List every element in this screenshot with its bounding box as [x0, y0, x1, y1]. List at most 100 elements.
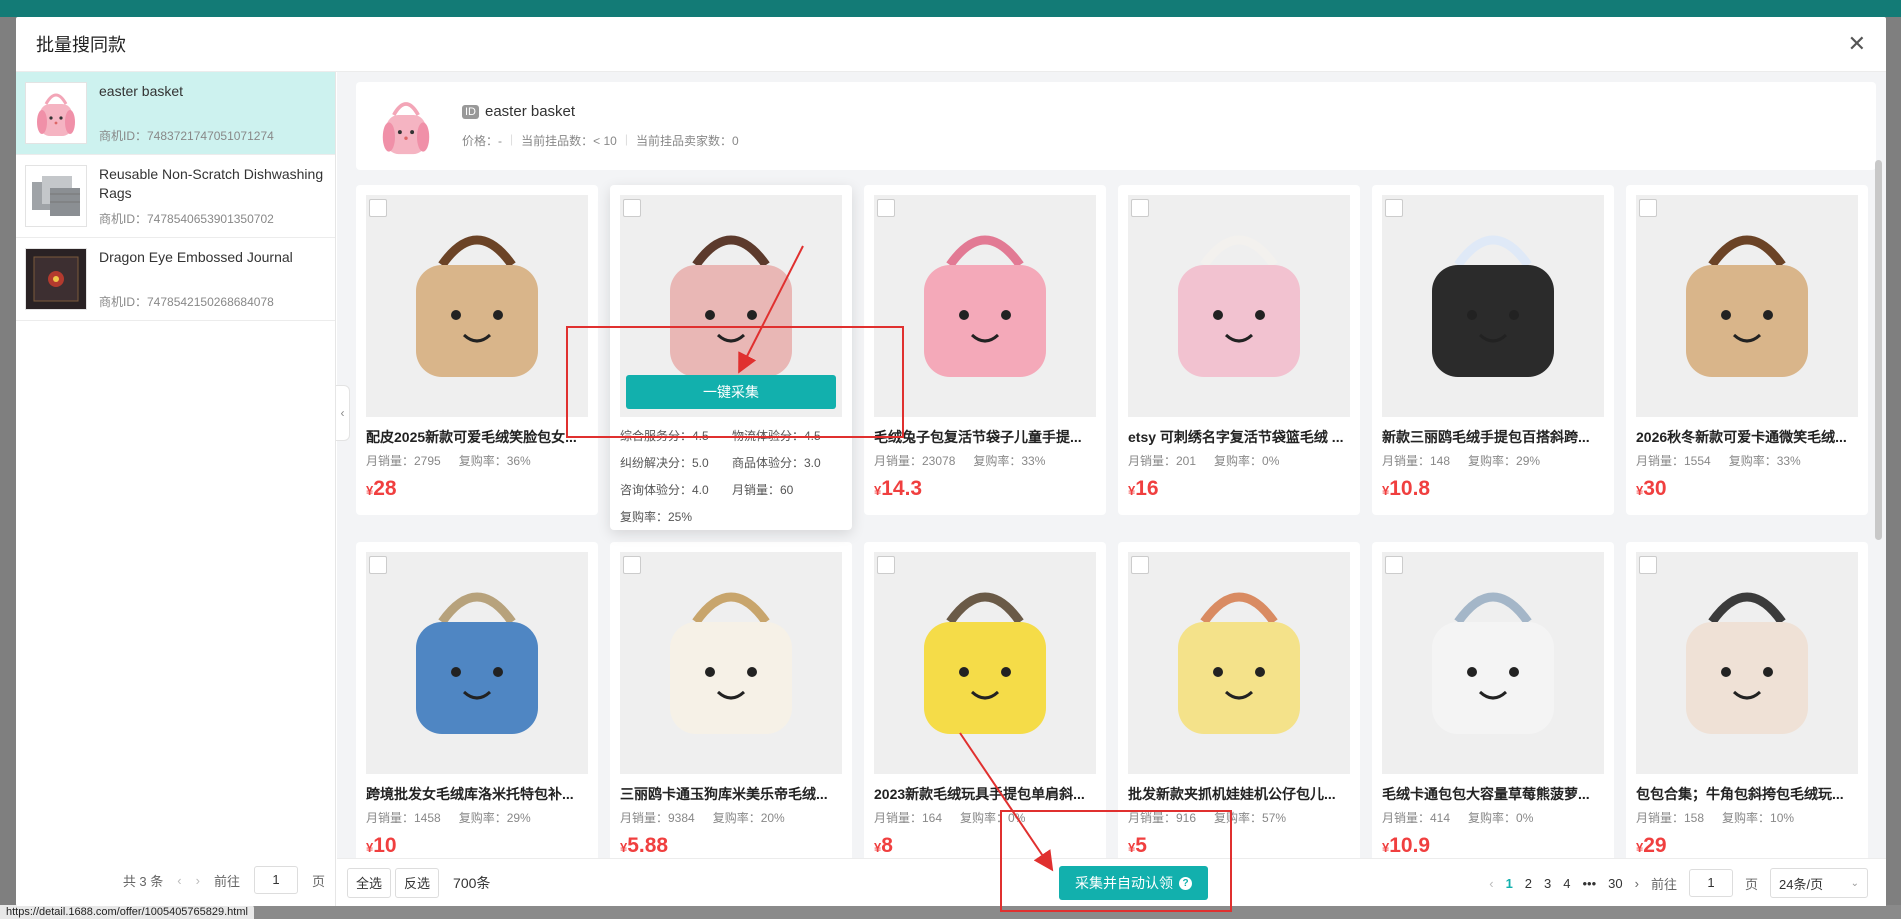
left-total: 共 3 条: [122, 873, 164, 889]
product-image[interactable]: [366, 552, 588, 774]
product-image[interactable]: [620, 552, 842, 774]
results-area: ID easter basket 价格：- | 当前挂品数：< 10 | 当前挂…: [337, 72, 1886, 906]
product-meta: 月销量：164 复购率：0%: [874, 809, 1096, 826]
product-image[interactable]: [366, 195, 588, 417]
source-item-dishwashing-rags[interactable]: Reusable Non-Scratch Dishwashing Rags 商机…: [16, 155, 335, 238]
product-price: ¥5.88: [620, 834, 842, 858]
source-item-id: 商机ID：7478540653901350702: [99, 212, 274, 226]
page-size-select[interactable]: 24条/页 ⌄: [1770, 868, 1868, 898]
product-title[interactable]: etsy 可刺绣名字复活节袋篮毛绒 ...: [1128, 427, 1350, 447]
product-card[interactable]: 包包合集；牛角包斜挎包毛绒玩... 月销量：158 复购率：10% ¥29: [1626, 542, 1868, 872]
product-image-placeholder: [1128, 195, 1350, 417]
product-title[interactable]: 2023新款毛绒玩具手提包单肩斜...: [874, 784, 1096, 804]
product-title[interactable]: 包包合集；牛角包斜挎包毛绒玩...: [1636, 784, 1858, 804]
product-checkbox[interactable]: [1131, 556, 1149, 574]
repurchase-rate: 复购率：0%: [1468, 811, 1534, 825]
chevron-right-icon[interactable]: ›: [1635, 876, 1639, 891]
product-checkbox[interactable]: [1639, 199, 1657, 217]
product-image[interactable]: [1128, 552, 1350, 774]
monthly-sales: 月销量：164: [874, 811, 943, 825]
product-image[interactable]: [1128, 195, 1350, 417]
close-icon[interactable]: ✕: [1848, 33, 1866, 55]
results-pagination: ‹ 1 2 3 4 ••• 30 › 前往 1 页 24条/页 ⌄: [1489, 868, 1868, 898]
product-price: ¥16: [1128, 477, 1350, 501]
product-checkbox[interactable]: [369, 199, 387, 217]
repurchase-rate: 复购率：29%: [458, 811, 531, 825]
source-item-info: easter basket 商机ID：7483721747051071274: [99, 82, 274, 144]
product-title[interactable]: 毛绒卡通包包大容量草莓熊菠萝...: [1382, 784, 1604, 804]
price-value: 14.3: [881, 477, 923, 500]
product-card[interactable]: 批发新款夹抓机娃娃机公仔包儿... 月销量：916 复购率：57% ¥5: [1118, 542, 1360, 872]
help-icon[interactable]: ?: [1179, 876, 1192, 890]
page-ellipsis[interactable]: •••: [1583, 876, 1597, 891]
supplier-stat: 月销量：60: [732, 483, 794, 497]
product-checkbox[interactable]: [877, 556, 895, 574]
product-card[interactable]: 配皮2025新款可爱毛绒笑脸包女... 月销量：2795 复购率：36% ¥28: [356, 185, 598, 515]
chevron-left-icon[interactable]: ‹: [1489, 876, 1493, 891]
product-image[interactable]: [1382, 195, 1604, 417]
collapse-panel-handle[interactable]: ‹: [336, 385, 350, 441]
product-card[interactable]: 三丽鸥卡通玉狗库米美乐帝毛绒... 月销量：9384 复购率：20% ¥5.88: [610, 542, 852, 872]
monthly-sales: 月销量：23078: [874, 454, 956, 468]
product-title[interactable]: 三丽鸥卡通玉狗库米美乐帝毛绒...: [620, 784, 842, 804]
repurchase-rate: 复购率：29%: [1468, 454, 1541, 468]
product-checkbox[interactable]: [369, 556, 387, 574]
source-summary-card: ID easter basket 价格：- | 当前挂品数：< 10 | 当前挂…: [356, 82, 1876, 170]
chevron-right-icon[interactable]: ›: [196, 873, 200, 888]
product-meta: 月销量：158 复购率：10%: [1636, 809, 1858, 826]
collect-and-claim-button[interactable]: 采集并自动认领 ?: [1059, 866, 1208, 900]
page-30[interactable]: 30: [1608, 876, 1622, 891]
collect-and-claim-label: 采集并自动认领: [1075, 875, 1173, 891]
product-image[interactable]: [1636, 552, 1858, 774]
invert-selection-button[interactable]: 反选: [395, 867, 440, 898]
product-meta: 月销量：916 复购率：57%: [1128, 809, 1350, 826]
product-card[interactable]: 新款三丽鸥毛绒手提包百搭斜跨... 月销量：148 复购率：29% ¥10.8: [1372, 185, 1614, 515]
product-image[interactable]: [1636, 195, 1858, 417]
page-1[interactable]: 1: [1506, 876, 1513, 891]
product-title[interactable]: 2026秋冬新款可爱卡通微笑毛绒...: [1636, 427, 1858, 447]
page-4[interactable]: 4: [1563, 876, 1570, 891]
source-item-info: Dragon Eye Embossed Journal 商机ID：7478542…: [99, 248, 293, 310]
product-image[interactable]: [1382, 552, 1604, 774]
results-scrollbar[interactable]: [1875, 160, 1882, 540]
product-checkbox[interactable]: [1385, 556, 1403, 574]
dark-journal-icon: [26, 249, 86, 309]
product-card[interactable]: 跨境批发女毛绒库洛米托特包补... 月销量：1458 复购率：29% ¥10: [356, 542, 598, 872]
product-title[interactable]: 批发新款夹抓机娃娃机公仔包儿...: [1128, 784, 1350, 804]
product-checkbox[interactable]: [623, 199, 641, 217]
product-checkbox[interactable]: [1131, 199, 1149, 217]
monthly-sales: 月销量：148: [1382, 454, 1451, 468]
product-title[interactable]: 跨境批发女毛绒库洛米托特包补...: [366, 784, 588, 804]
product-image[interactable]: [874, 195, 1096, 417]
source-item-easter-basket[interactable]: easter basket 商机ID：7483721747051071274: [16, 72, 335, 155]
one-click-collect-button[interactable]: 一键采集: [626, 375, 836, 409]
product-price: ¥10: [366, 834, 588, 858]
product-checkbox[interactable]: [877, 199, 895, 217]
product-card[interactable]: 2023新款毛绒玩具手提包单肩斜... 月销量：164 复购率：0% ¥8: [864, 542, 1106, 872]
modal-title: 批量搜同款: [36, 35, 126, 55]
page-3[interactable]: 3: [1544, 876, 1551, 891]
select-all-button[interactable]: 全选: [347, 867, 392, 898]
product-card[interactable]: 毛绒卡通包包大容量草莓熊菠萝... 月销量：414 复购率：0% ¥10.9: [1372, 542, 1614, 872]
product-card[interactable]: 毛绒兔子包复活节袋子儿童手提... 月销量：23078 复购率：33% ¥14.3: [864, 185, 1106, 515]
product-checkbox[interactable]: [623, 556, 641, 574]
left-pagination: 共 3 条 ‹ › 前往 1 页: [123, 866, 325, 894]
chevron-left-icon[interactable]: ‹: [177, 873, 181, 888]
product-title[interactable]: 配皮2025新款可爱毛绒笑脸包女...: [366, 427, 588, 447]
product-title[interactable]: 毛绒兔子包复活节袋子儿童手提...: [874, 427, 1096, 447]
product-card-hovered[interactable]: 一键采集 综合服务分：4.5 物流体验分：4.5 纠纷解决分：5.0 商品体验分：3.0…: [610, 185, 852, 530]
product-card[interactable]: 2026秋冬新款可爱卡通微笑毛绒... 月销量：1554 复购率：33% ¥30: [1626, 185, 1868, 515]
product-title[interactable]: 新款三丽鸥毛绒手提包百搭斜跨...: [1382, 427, 1604, 447]
source-item-dragon-journal[interactable]: Dragon Eye Embossed Journal 商机ID：7478542…: [16, 238, 335, 321]
page-2[interactable]: 2: [1525, 876, 1532, 891]
product-price: ¥5: [1128, 834, 1350, 858]
left-page-input[interactable]: 1: [253, 866, 298, 894]
product-price: ¥30: [1636, 477, 1858, 501]
product-checkbox[interactable]: [1385, 199, 1403, 217]
price-value: 16: [1135, 477, 1159, 500]
product-checkbox[interactable]: [1639, 556, 1657, 574]
product-image[interactable]: [874, 552, 1096, 774]
product-card[interactable]: etsy 可刺绣名字复活节袋篮毛绒 ... 月销量：201 复购率：0% ¥16: [1118, 185, 1360, 515]
results-page-input[interactable]: 1: [1688, 869, 1733, 897]
product-thumbnail: [25, 82, 87, 144]
